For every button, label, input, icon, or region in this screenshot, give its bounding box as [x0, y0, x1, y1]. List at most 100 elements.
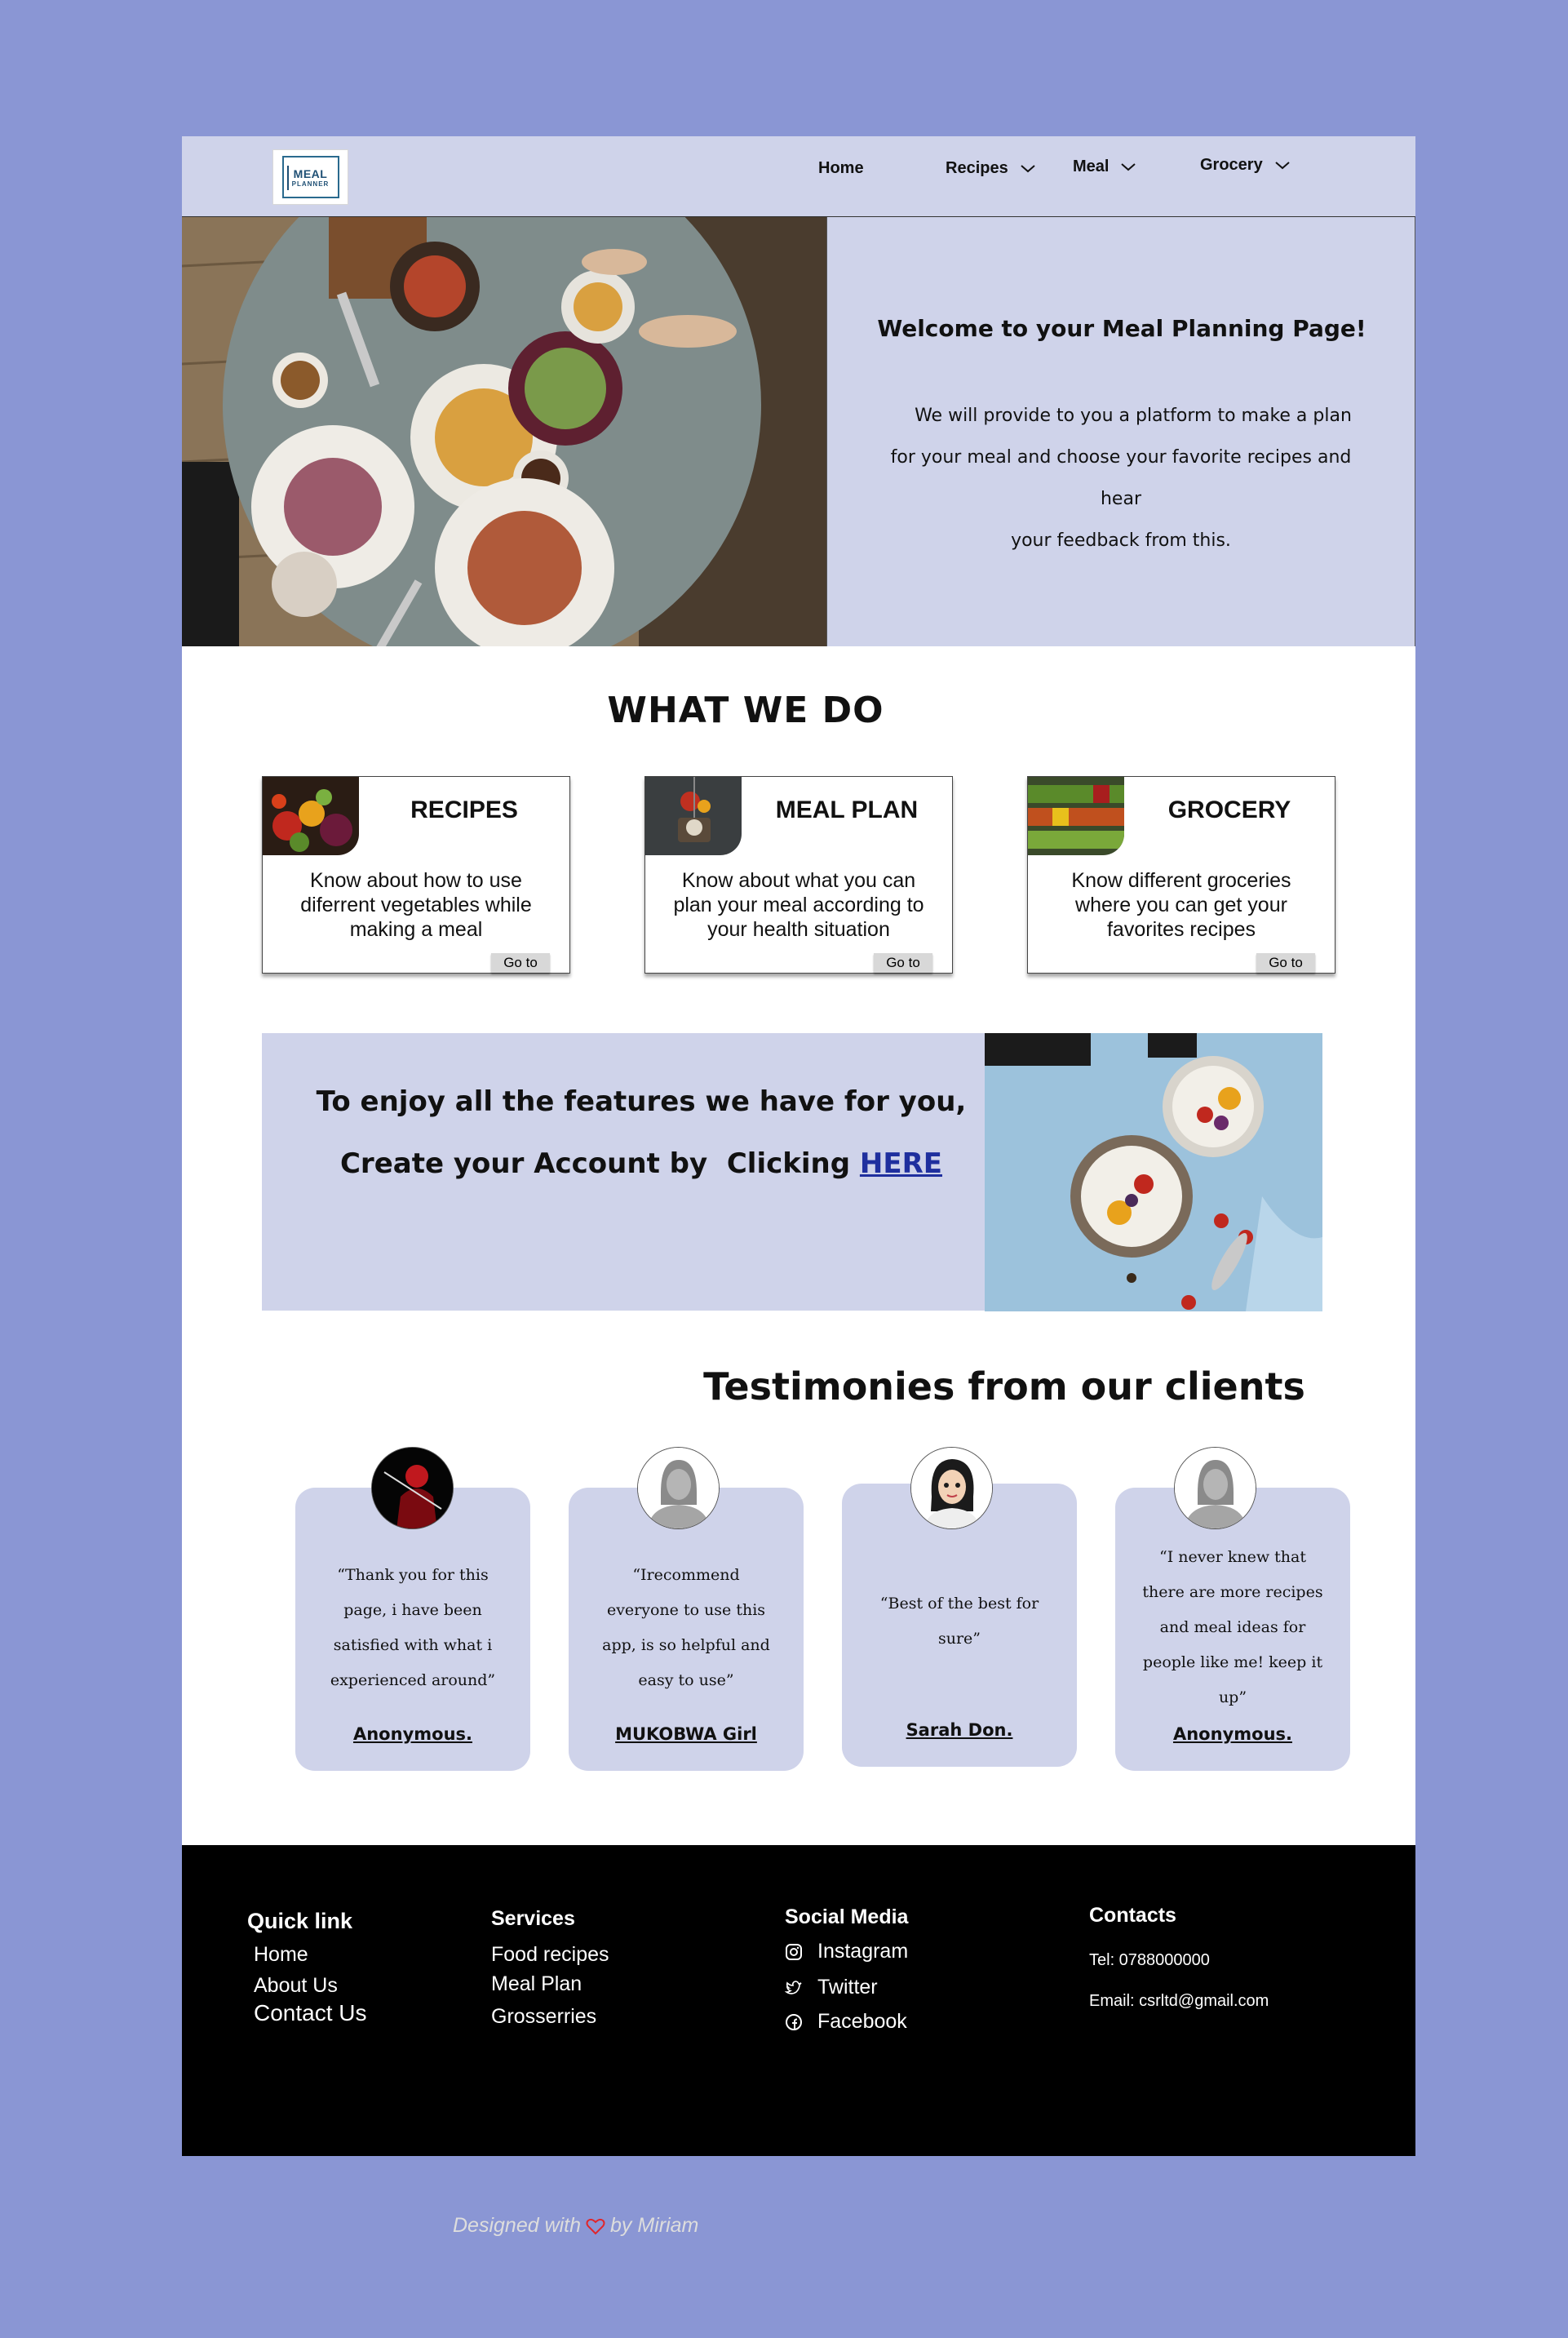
card-text-grocery: Know different groceries where you can g…: [1071, 869, 1291, 941]
nav-home-label: Home: [818, 159, 864, 177]
site-logo[interactable]: MEAL PLANNER: [272, 149, 348, 205]
avatar: [1174, 1447, 1256, 1529]
footer-link-food-recipes[interactable]: Food recipes: [491, 1943, 609, 1967]
hero-welcome-panel: Welcome to your Meal Planning Page! We w…: [826, 217, 1415, 646]
site-footer: Quick link Home About Us Contact Us Serv…: [182, 1845, 1415, 2156]
quote-line: “Irecommend: [632, 1566, 740, 1584]
testimonies-heading: Testimonies from our clients: [703, 1364, 1305, 1409]
hero-title: Welcome to your Meal Planning Page!: [877, 315, 1366, 342]
chevron-down-icon: [1275, 161, 1290, 169]
instagram-label: Instagram: [817, 1940, 909, 1963]
testimony-card: “I never knew that there are more recipe…: [1115, 1488, 1350, 1771]
chevron-down-icon: [1021, 164, 1035, 172]
hero-description: We will provide to you a platform to mak…: [876, 395, 1366, 561]
cta-line2: Create your Account by Clicking HERE: [262, 1147, 1021, 1180]
quote-line: up”: [1218, 1688, 1247, 1706]
recipes-thumbnail: [263, 777, 359, 855]
chevron-down-icon: [1121, 162, 1136, 171]
goto-grocery-button[interactable]: Go to: [1256, 953, 1315, 973]
nav-home[interactable]: Home: [818, 159, 864, 178]
quote-line: sure”: [937, 1630, 981, 1648]
meal-plan-thumbnail: [645, 777, 742, 855]
footer-link-grosserries[interactable]: Grosserries: [491, 2005, 596, 2029]
hero-text-line2: for your meal and choose your favorite r…: [890, 447, 1352, 509]
quote-line: people like me! keep it: [1142, 1653, 1323, 1671]
footer-link-home[interactable]: Home: [254, 1943, 308, 1967]
card-text-recipes: Know about how to use diferrent vegetabl…: [300, 869, 532, 941]
footer-link-instagram[interactable]: Instagram: [785, 1940, 908, 1963]
quote-line: and meal ideas for: [1159, 1618, 1306, 1636]
nav-grocery[interactable]: Grocery: [1200, 156, 1291, 175]
designed-prefix: Designed with: [453, 2214, 582, 2237]
twitter-icon: [785, 1980, 802, 1994]
footer-services-heading: Services: [491, 1907, 575, 1930]
what-we-do-heading: WHAT WE DO: [607, 690, 884, 731]
footer-contacts-heading: Contacts: [1089, 1904, 1176, 1927]
create-account-banner: To enjoy all the features we have for yo…: [262, 1033, 985, 1311]
card-title-grocery: GROCERY: [1167, 796, 1291, 823]
testimony-author: Anonymous.: [1172, 1724, 1292, 1744]
testimony-author: Sarah Don.: [906, 1720, 1013, 1740]
quote-line: “Thank you for this: [337, 1566, 489, 1584]
breakfast-bowls-image: [985, 1033, 1322, 1311]
avatar: [637, 1447, 720, 1529]
avatar: [371, 1447, 454, 1529]
grocery-thumbnail: [1028, 777, 1124, 855]
cta-line2-text: Create your Account by Clicking: [339, 1147, 860, 1180]
facebook-label: Facebook: [817, 2010, 907, 2033]
testimony-quote: “Irecommend everyone to use this app, is…: [590, 1558, 782, 1698]
logo-text-line2: PLANNER: [291, 180, 330, 188]
nav-meal-label: Meal: [1073, 157, 1110, 175]
designed-suffix: by Miriam: [610, 2214, 699, 2237]
cta-line1: To enjoy all the features we have for yo…: [316, 1085, 967, 1118]
goto-recipes-button[interactable]: Go to: [491, 953, 550, 973]
quote-line: easy to use”: [638, 1671, 734, 1689]
create-account-link[interactable]: HERE: [860, 1147, 942, 1180]
quote-line: experienced around”: [330, 1671, 496, 1689]
page-container: MEAL PLANNER Home Recipes Meal Grocery W…: [182, 136, 1415, 2237]
avatar: [910, 1447, 993, 1529]
card-text-meal-plan: Know about what you can plan your meal a…: [673, 869, 924, 941]
card-title-recipes: RECIPES: [410, 796, 518, 823]
footer-contact-tel: Tel: 0788000000: [1089, 1951, 1210, 1969]
facebook-icon: [786, 2013, 802, 2030]
nav-recipes-label: Recipes: [946, 159, 1008, 177]
testimony-author: MUKOBWA Girl: [615, 1724, 757, 1744]
card-title-meal-plan: MEAL PLAN: [775, 796, 919, 823]
logo-badge: MEAL PLANNER: [281, 156, 339, 198]
testimony-quote: “I never knew that there are more recipe…: [1136, 1540, 1329, 1715]
nav-recipes[interactable]: Recipes: [946, 159, 1036, 178]
quote-line: everyone to use this: [606, 1601, 766, 1619]
testimony-card: “Thank you for this page, i have been sa…: [295, 1488, 530, 1771]
hero-text-line1: We will provide to you a platform to mak…: [915, 406, 1352, 426]
quote-line: page, i have been: [343, 1601, 482, 1619]
testimony-quote: “Best of the best for sure”: [863, 1586, 1056, 1657]
quote-line: “Best of the best for: [879, 1595, 1039, 1613]
quote-line: “I never knew that: [1159, 1548, 1306, 1566]
quote-line: satisfied with what i: [333, 1636, 493, 1654]
service-card-grocery: GROCERY Know different groceries where y…: [1027, 776, 1335, 974]
footer-link-meal-plan[interactable]: Meal Plan: [491, 1972, 582, 1996]
nav-meal[interactable]: Meal: [1073, 157, 1136, 176]
designed-by-credit: Designed with by Miriam: [453, 2214, 698, 2238]
quote-line: app, is so helpful and: [602, 1636, 770, 1654]
footer-social-heading: Social Media: [785, 1905, 909, 1928]
testimony-quote: “Thank you for this page, i have been sa…: [317, 1558, 509, 1698]
footer-link-about[interactable]: About Us: [254, 1974, 338, 1998]
service-card-meal-plan: MEAL PLAN Know about what you can plan y…: [644, 776, 953, 974]
instagram-icon: [786, 1943, 802, 1960]
twitter-label: Twitter: [817, 1976, 878, 1999]
testimony-card: “Irecommend everyone to use this app, is…: [569, 1488, 804, 1771]
testimony-author: Anonymous.: [352, 1724, 472, 1744]
heart-icon: [586, 2218, 605, 2234]
footer-link-facebook[interactable]: Facebook: [785, 2010, 907, 2034]
logo-text-line1: MEAL: [293, 166, 328, 180]
hero-section: Welcome to your Meal Planning Page! We w…: [182, 216, 1415, 646]
hero-text-line3: your feedback from this.: [1011, 530, 1231, 551]
footer-link-twitter[interactable]: Twitter: [785, 1976, 878, 1999]
footer-link-contact[interactable]: Contact Us: [254, 2000, 367, 2026]
nav-grocery-label: Grocery: [1200, 156, 1263, 174]
footer-contact-email: Email: csrltd@gmail.com: [1089, 1992, 1269, 2010]
top-navbar: MEAL PLANNER Home Recipes Meal Grocery: [182, 136, 1415, 216]
goto-meal-plan-button[interactable]: Go to: [874, 953, 932, 973]
